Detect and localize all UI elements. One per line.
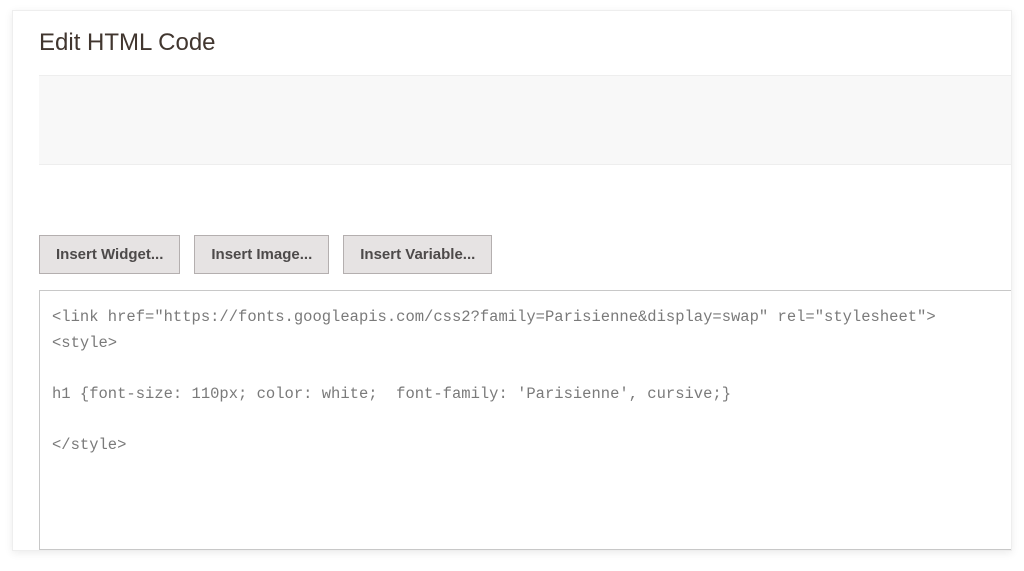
insert-image-button[interactable]: Insert Image... xyxy=(194,235,329,274)
code-area xyxy=(39,290,1011,551)
html-code-textarea[interactable] xyxy=(39,290,1011,550)
panel-title: Edit HTML Code xyxy=(13,11,1011,75)
edit-html-panel: Edit HTML Code Insert Widget... Insert I… xyxy=(12,10,1012,551)
insert-widget-button[interactable]: Insert Widget... xyxy=(39,235,180,274)
header-band xyxy=(39,75,1011,165)
editor-toolbar: Insert Widget... Insert Image... Insert … xyxy=(13,165,1011,290)
insert-variable-button[interactable]: Insert Variable... xyxy=(343,235,492,274)
